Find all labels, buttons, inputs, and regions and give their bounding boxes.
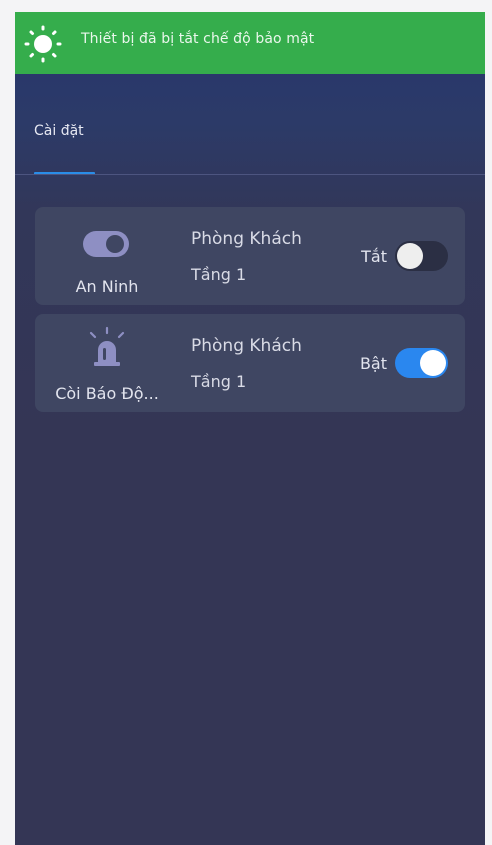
sun-icon xyxy=(24,25,62,63)
tab-divider xyxy=(15,174,485,175)
app-screen: Thiết bị đã bị tắt chế độ bảo mật Cài đặ… xyxy=(15,12,485,845)
device-floor: Tầng 1 xyxy=(191,265,247,284)
device-room: Phòng Khách xyxy=(191,336,302,356)
device-state-label: Tắt xyxy=(361,247,387,266)
device-floor: Tầng 1 xyxy=(191,372,247,391)
siren-icon xyxy=(89,326,125,366)
device-room: Phòng Khách xyxy=(191,229,302,249)
device-toggle-an-ninh[interactable] xyxy=(395,241,448,271)
toggle-knob xyxy=(420,350,446,376)
device-card-an-ninh[interactable]: An Ninh Phòng Khách Tầng 1 Tắt xyxy=(35,207,465,305)
device-card-coi-bao-dong[interactable]: Còi Báo Độ... Phòng Khách Tầng 1 Bật xyxy=(35,314,465,412)
toggle-knob xyxy=(397,243,423,269)
device-state-label: Bật xyxy=(359,354,387,373)
banner-message: Thiết bị đã bị tắt chế độ bảo mật xyxy=(81,31,315,47)
security-status-banner: Thiết bị đã bị tắt chế độ bảo mật xyxy=(15,12,485,74)
tab-settings-label: Cài đặt xyxy=(34,123,84,139)
device-toggle-coi-bao-dong[interactable] xyxy=(395,348,448,378)
device-name: Còi Báo Độ... xyxy=(55,384,159,403)
toggle-switch-icon xyxy=(83,231,129,257)
device-name: An Ninh xyxy=(75,277,139,296)
